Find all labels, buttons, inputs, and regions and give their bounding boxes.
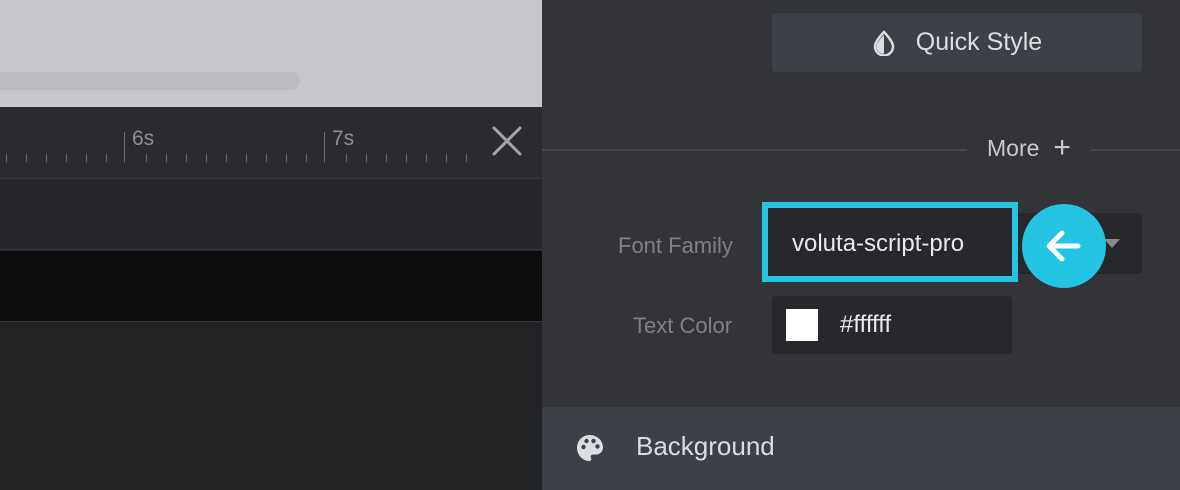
background-label: Background [636,431,775,461]
chevron-down-icon [1104,239,1120,248]
tick-label-7s: 7s [332,127,355,150]
timeline-track[interactable] [0,179,542,250]
canvas-preview [0,0,542,107]
text-color-value: #ffffff [840,311,892,338]
tick-label-6s: 6s [132,127,155,150]
font-family-value: voluta-script-pro [792,230,965,257]
quick-style-label: Quick Style [915,28,1043,56]
properties-panel: Quick Style More + Font Family voluta-sc… [542,0,1180,490]
timeline-track-selected[interactable] [0,251,542,322]
quick-style-button[interactable]: Quick Style [772,13,1142,72]
droplet-icon [873,29,895,56]
horizontal-scrollbar[interactable] [0,72,300,90]
tick-7s [324,132,325,162]
color-swatch[interactable] [786,309,818,341]
arrow-left-icon [1022,204,1106,288]
timeline-ruler[interactable]: 6s 7s [0,107,542,179]
tick-6s [124,132,125,162]
timeline-area: 6s 7s [0,0,542,490]
text-color-field[interactable]: #ffffff [772,296,1012,354]
plus-icon: + [1053,131,1071,164]
palette-icon [577,435,603,461]
more-toggle[interactable]: More + [967,133,1091,163]
text-color-label: Text Color [633,313,733,338]
background-section-header[interactable]: Background [542,407,1180,490]
close-icon[interactable] [490,124,524,158]
more-label: More [987,134,1040,161]
font-family-label: Font Family [618,233,733,258]
timeline-track[interactable] [0,322,542,490]
